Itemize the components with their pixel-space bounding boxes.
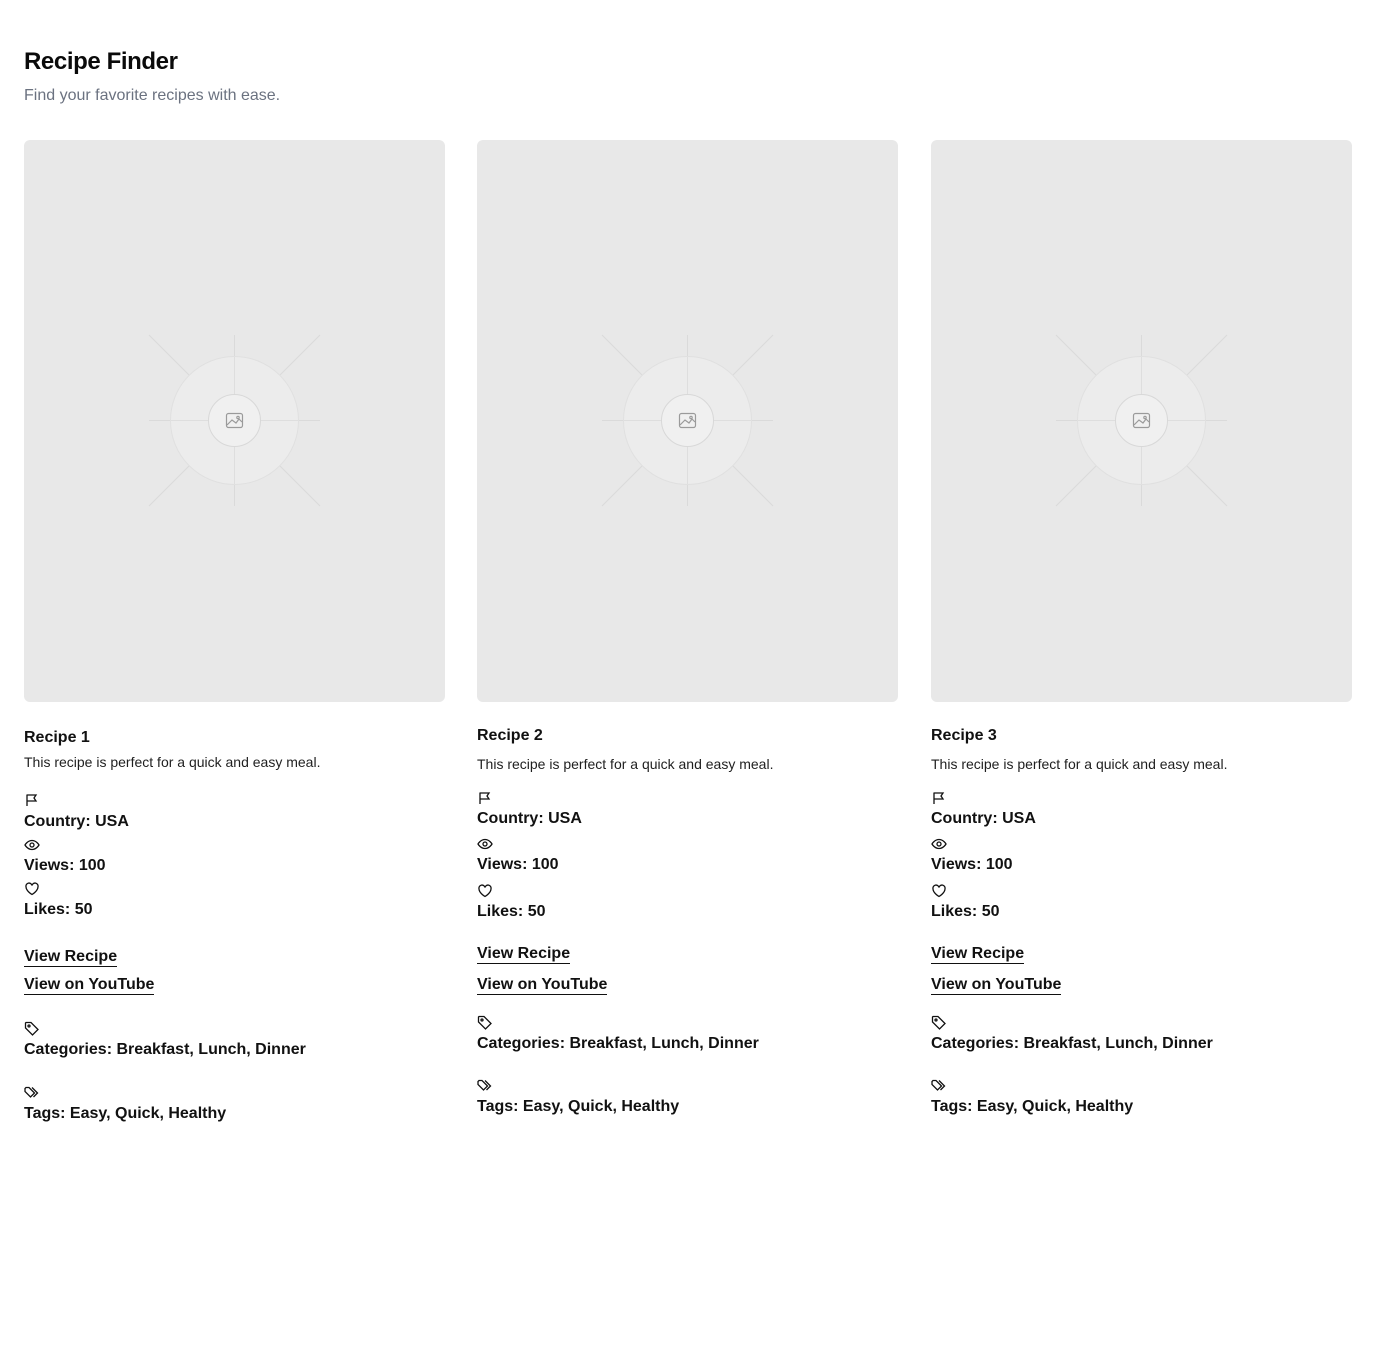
tag-icon — [477, 1015, 493, 1031]
view-on-youtube-link[interactable]: View on YouTube — [477, 976, 608, 995]
recipe-likes: Likes: 50 — [931, 903, 1000, 920]
page-subtitle: Find your favorite recipes with ease. — [24, 87, 281, 104]
recipe-name: Recipe 1 — [24, 729, 90, 746]
tag-icon — [931, 1015, 947, 1031]
recipe-tags: Tags: Easy, Quick, Healthy — [477, 1098, 680, 1115]
recipe-card: Recipe 2 This recipe is perfect for a qu… — [477, 140, 898, 1115]
view-on-youtube-link[interactable]: View on YouTube — [931, 976, 1062, 995]
recipe-country: Country: USA — [477, 810, 582, 827]
flag-icon — [931, 790, 947, 806]
recipe-categories: Categories: Breakfast, Lunch, Dinner — [24, 1041, 306, 1058]
recipe-tags: Tags: Easy, Quick, Healthy — [24, 1105, 227, 1122]
recipe-name: Recipe 2 — [477, 727, 543, 744]
recipe-image-placeholder — [477, 140, 898, 702]
recipe-card: Recipe 3 This recipe is perfect for a qu… — [931, 140, 1352, 1115]
recipe-views: Views: 100 — [477, 856, 559, 873]
image-placeholder-icon — [148, 334, 321, 507]
view-recipe-link[interactable]: View Recipe — [477, 945, 571, 964]
tag-icon — [24, 1021, 40, 1037]
eye-icon — [931, 836, 947, 852]
recipe-description: This recipe is perfect for a quick and e… — [931, 756, 1228, 772]
tags-icon — [477, 1078, 493, 1094]
recipe-image-placeholder — [931, 140, 1352, 702]
page-title: Recipe Finder — [24, 48, 178, 75]
recipe-tags: Tags: Easy, Quick, Healthy — [931, 1098, 1134, 1115]
heart-icon — [24, 881, 40, 897]
recipe-likes: Likes: 50 — [24, 901, 93, 918]
recipe-country: Country: USA — [931, 810, 1036, 827]
recipe-country: Country: USA — [24, 813, 129, 830]
recipe-likes: Likes: 50 — [477, 903, 546, 920]
view-on-youtube-link[interactable]: View on YouTube — [24, 976, 155, 995]
heart-icon — [931, 883, 947, 899]
flag-icon — [477, 790, 493, 806]
view-recipe-link[interactable]: View Recipe — [931, 945, 1025, 964]
tags-icon — [24, 1085, 40, 1101]
view-recipe-link[interactable]: View Recipe — [24, 948, 118, 967]
flag-icon — [24, 1353, 40, 1369]
image-placeholder-icon — [1055, 334, 1228, 507]
flag-icon — [24, 792, 40, 808]
recipe-name: Recipe 3 — [931, 727, 997, 744]
recipe-views: Views: 100 — [931, 856, 1013, 873]
heart-icon — [477, 883, 493, 899]
tags-icon — [931, 1078, 947, 1094]
recipe-description: This recipe is perfect for a quick and e… — [477, 756, 774, 772]
image-placeholder-icon — [601, 334, 774, 507]
eye-icon — [24, 837, 40, 853]
recipe-views: Views: 100 — [24, 857, 106, 874]
recipe-categories: Categories: Breakfast, Lunch, Dinner — [931, 1035, 1213, 1052]
recipe-description: This recipe is perfect for a quick and e… — [24, 754, 321, 770]
recipe-card: Recipe 1 This recipe is perfect for a qu… — [24, 140, 445, 1122]
recipe-categories: Categories: Breakfast, Lunch, Dinner — [477, 1035, 759, 1052]
recipe-image-placeholder — [24, 140, 445, 702]
eye-icon — [477, 836, 493, 852]
